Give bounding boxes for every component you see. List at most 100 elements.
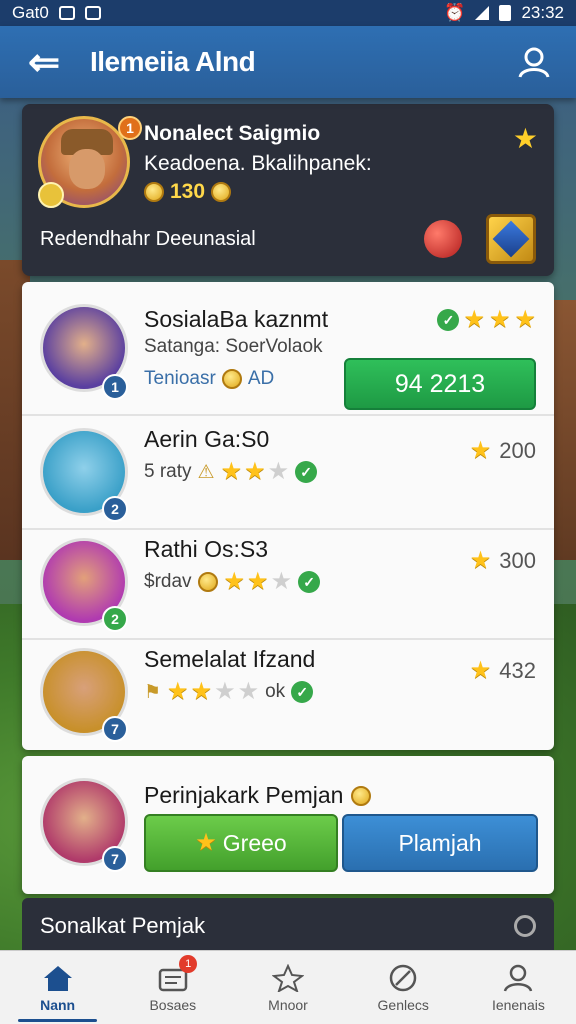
row-title: SosialaBa kaznmt — [144, 306, 329, 332]
check-icon: ✓ — [298, 571, 321, 593]
clock: 23:32 — [521, 3, 564, 22]
list-item[interactable]: 2 Rathi Os:S3 $rdav ★ ★ ★ ✓ ★ 300 — [22, 530, 554, 640]
check-icon: ✓ — [295, 461, 318, 483]
invite-title: Perinjakark Pemjan — [144, 782, 372, 809]
flag-icon: ⚑ — [144, 681, 162, 703]
row-meta: $rdav ★ ★ ★ ✓ — [144, 570, 321, 594]
player-subtitle: Keadoena. Bkalihpanek: — [144, 152, 372, 175]
star-icon: ★ — [190, 678, 213, 705]
notification-badge: 1 — [179, 955, 198, 973]
back-button[interactable]: ⇐ — [20, 38, 68, 86]
profile-button[interactable] — [512, 40, 556, 84]
person-icon — [501, 963, 535, 993]
invite-card: 7 Perinjakark Pemjan ★ Greeo Plamjah — [22, 756, 554, 894]
row-meta: ⚑ ★ ★ ★ ★ ok ✓ — [144, 680, 314, 704]
shield-icon — [221, 369, 242, 389]
row-title: Rathi Os:S3 — [144, 536, 268, 562]
player-name: Nonalect Saigmio — [144, 122, 321, 145]
home-icon — [41, 963, 75, 993]
star-empty-icon: ★ — [267, 458, 290, 485]
level-badge: 1 — [118, 116, 142, 140]
nav-label: Ienenais — [491, 996, 545, 1013]
status-bar: Gat0 ⏰ 23:32 — [0, 0, 576, 26]
shield-icon — [351, 785, 372, 806]
row-subtitle: 5 raty — [144, 461, 192, 482]
star-empty-icon: ★ — [270, 568, 293, 595]
carrier-label: Gat0 — [12, 3, 49, 22]
chevron-right-icon — [514, 915, 536, 937]
coin-amount: 130 — [170, 180, 206, 203]
rank-badge: 1 — [102, 374, 128, 400]
star-icon: ★ — [463, 306, 485, 333]
player-list: 1 SosialaBa kaznmt Satanga: SoerVolaok T… — [22, 282, 554, 750]
signal-icon — [475, 6, 490, 20]
score: ★ 200 — [470, 438, 536, 464]
shield-icon — [197, 572, 218, 592]
page-title: Ilemeiia Alnd — [90, 46, 256, 77]
row-meta-tag: AD — [247, 368, 275, 389]
star-icon: ★ — [469, 437, 492, 464]
favorite-star-icon[interactable]: ★ — [513, 122, 538, 155]
rank-badge: 7 — [102, 846, 128, 872]
score: ★ 432 — [470, 658, 536, 684]
star-icon: ★ — [514, 306, 536, 333]
nav-label: Mnoor — [268, 996, 308, 1013]
play-button[interactable]: Plamjah — [342, 814, 538, 872]
row-meta: 5 raty ⚠ ★ ★ ★ ✓ — [144, 460, 318, 484]
coin-icon — [144, 182, 164, 202]
row-meta: Tenioasr AD — [144, 368, 274, 390]
nav-label: Bosaes — [149, 996, 197, 1013]
bottom-nav: Nann 1 Bosaes Mnoor Genlecs Ienenais — [0, 950, 576, 1024]
player-header-card: 1 Nonalect Saigmio Keadoena. Bkalihpanek… — [22, 104, 554, 276]
star-empty-icon: ★ — [214, 678, 236, 705]
coin-balance: 130 — [144, 180, 232, 204]
back-arrow-icon: ⇐ — [28, 41, 60, 84]
nav-settings[interactable]: Genlecs — [346, 951, 461, 1024]
gem-icon — [492, 220, 530, 258]
row-subtitle: ok — [265, 681, 286, 702]
treasure-chest-button[interactable] — [486, 214, 536, 264]
score: ★ 300 — [470, 548, 536, 574]
rating: ★ ★ ★ — [224, 570, 293, 594]
star-icon: ★ — [244, 458, 266, 485]
invite-title-text: Perinjakark Pemjan — [144, 782, 344, 808]
rating: ★ ★ ★ — [221, 460, 290, 484]
score-value: 300 — [499, 548, 536, 573]
row-meta-text: Tenioasr — [144, 368, 216, 389]
notification-icon — [58, 6, 75, 20]
message-icon — [84, 6, 101, 20]
greet-button[interactable]: ★ Greeo — [144, 814, 338, 872]
section-title: Sonalkat Pemjak — [40, 913, 206, 938]
star-icon: ★ — [469, 657, 492, 684]
compass-icon — [386, 963, 420, 993]
check-icon: ✓ — [291, 681, 314, 703]
coin-stack-icon — [211, 182, 232, 202]
star-empty-icon: ★ — [237, 678, 260, 705]
section-header[interactable]: Sonalkat Pemjak — [22, 898, 554, 954]
potion-icon[interactable] — [424, 220, 462, 258]
star-icon: ★ — [488, 306, 511, 333]
battery-icon — [499, 5, 512, 21]
check-icon: ✓ — [437, 309, 460, 331]
rank-badge: 2 — [102, 496, 128, 522]
row-title: Aerin Ga:S0 — [144, 426, 270, 452]
star-icon: ★ — [223, 568, 246, 595]
score-button[interactable]: 94 2213 — [344, 358, 536, 410]
nav-missions[interactable]: Mnoor — [230, 951, 345, 1024]
app-bar: ⇐ Ilemeiia Alnd — [0, 26, 576, 98]
nav-messages[interactable]: 1 Bosaes — [115, 951, 230, 1024]
nav-label: Genlecs — [377, 996, 429, 1013]
rank-medal-icon — [38, 182, 64, 208]
rating: ★ ★ ★ ★ — [167, 680, 259, 704]
list-item[interactable]: 7 Semelalat Ifzand ⚑ ★ ★ ★ ★ ok ✓ ★ 432 — [22, 640, 554, 750]
alarm-icon: ⏰ — [444, 3, 466, 22]
header-footer-text: Redendhahr Deeunasial — [40, 228, 256, 250]
rank-badge: 7 — [102, 716, 128, 742]
nav-profile[interactable]: Ienenais — [461, 951, 576, 1024]
row-subtitle: Satanga: SoerVolaok — [144, 336, 323, 357]
list-item[interactable]: 2 Aerin Ga:S0 5 raty ⚠ ★ ★ ★ ✓ ★ 200 — [22, 420, 554, 530]
list-item[interactable]: 1 SosialaBa kaznmt Satanga: SoerVolaok T… — [22, 282, 554, 416]
star-icon: ★ — [167, 678, 189, 705]
star-icon: ★ — [195, 829, 217, 856]
nav-home[interactable]: Nann — [0, 951, 115, 1024]
